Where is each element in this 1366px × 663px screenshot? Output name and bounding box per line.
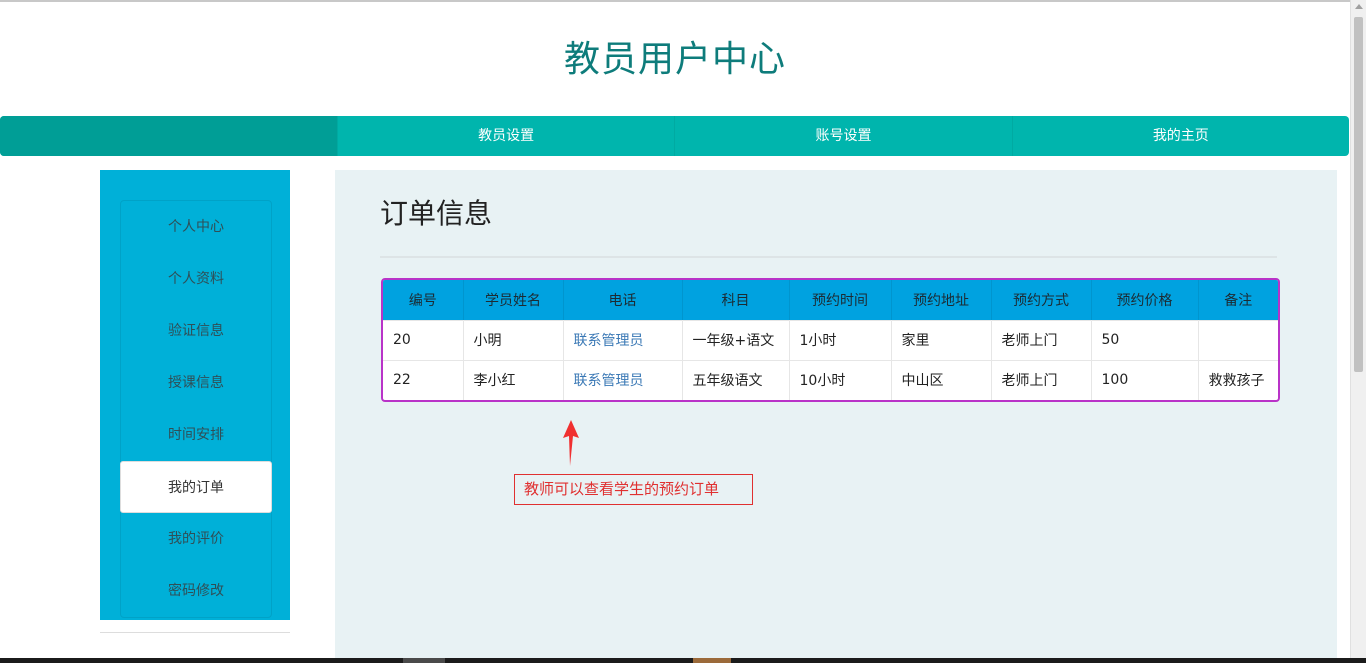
- scroll-up-arrow-icon[interactable]: [1355, 4, 1363, 9]
- note-cell: [1197, 319, 1278, 360]
- student-name-cell: 小明: [462, 319, 563, 360]
- scrollbar-thumb[interactable]: [1354, 17, 1363, 372]
- column-header: 科目: [681, 280, 789, 320]
- column-header: 预约地址: [890, 280, 991, 320]
- column-header: 编号: [408, 292, 437, 309]
- top-navbar: 教员设置 账号设置 我的主页: [0, 116, 1349, 156]
- nav-my-homepage[interactable]: 我的主页: [1011, 116, 1349, 156]
- phone-cell: 联系管理员: [562, 359, 682, 400]
- order-id-cell: 20: [383, 319, 463, 360]
- taskbar-strip: [0, 658, 1366, 663]
- section-title: 订单信息: [380, 197, 493, 230]
- duration-cell: 1小时: [788, 319, 891, 360]
- table-row: 20 小明 联系管理员 一年级+语文 1小时 家里 老师上门 50: [383, 319, 1278, 360]
- price-cell: 50: [1090, 319, 1198, 360]
- orders-table: 编号 学员姓名 电话 科目 预约时间 预约地址 预约方式 预约价格 备注 20 …: [381, 278, 1280, 402]
- sidebar-item-teaching-info[interactable]: 授课信息: [121, 357, 271, 409]
- sidebar-item-verification[interactable]: 验证信息: [121, 305, 271, 357]
- column-header: 备注: [1197, 280, 1278, 320]
- sidebar-menu: 个人中心 个人资料 验证信息 授课信息 时间安排 我的订单 我的评价 密码修改: [120, 200, 272, 618]
- subject-cell: 五年级语文: [681, 359, 789, 400]
- contact-admin-link[interactable]: 联系管理员: [574, 333, 644, 349]
- column-header: 预约方式: [990, 280, 1091, 320]
- annotation-arrow-icon: [563, 420, 579, 466]
- subject-cell: 一年级+语文: [681, 319, 789, 360]
- annotation-note: 教师可以查看学生的预约订单: [514, 474, 753, 505]
- section-divider: [380, 256, 1277, 258]
- sidebar-item-schedule[interactable]: 时间安排: [121, 409, 271, 461]
- sidebar-item-my-orders[interactable]: 我的订单: [120, 461, 272, 513]
- sidebar-item-profile[interactable]: 个人资料: [121, 253, 271, 305]
- note-cell: 救救孩子: [1197, 359, 1278, 400]
- phone-cell: 联系管理员: [562, 319, 682, 360]
- table-row: 22 李小红 联系管理员 五年级语文 10小时 中山区 老师上门 100 救救孩…: [383, 359, 1278, 400]
- table-header-row: 编号 学员姓名 电话 科目 预约时间 预约地址 预约方式 预约价格 备注: [383, 280, 1278, 320]
- sidebar-item-change-password[interactable]: 密码修改: [121, 565, 271, 617]
- navbar-brand-area: [0, 116, 337, 156]
- column-header: 电话: [562, 280, 682, 320]
- student-name-cell: 李小红: [462, 359, 563, 400]
- contact-admin-link[interactable]: 联系管理员: [574, 373, 644, 389]
- vertical-scrollbar[interactable]: [1350, 0, 1366, 663]
- nav-teacher-settings[interactable]: 教员设置: [337, 116, 674, 156]
- address-cell: 中山区: [890, 359, 991, 400]
- nav-account-settings[interactable]: 账号设置: [674, 116, 1011, 156]
- sidebar: 个人中心 个人资料 验证信息 授课信息 时间安排 我的订单 我的评价 密码修改: [100, 170, 290, 620]
- page-title: 教员用户中心: [563, 39, 786, 80]
- sidebar-item-personal-center[interactable]: 个人中心: [121, 201, 271, 253]
- duration-cell: 10小时: [788, 359, 891, 400]
- method-cell: 老师上门: [990, 359, 1091, 400]
- column-header: 预约价格: [1090, 280, 1198, 320]
- sidebar-item-my-reviews[interactable]: 我的评价: [121, 513, 271, 565]
- column-header: 学员姓名: [462, 280, 563, 320]
- method-cell: 老师上门: [990, 319, 1091, 360]
- top-border: [0, 0, 1350, 2]
- sidebar-divider: [100, 632, 290, 633]
- price-cell: 100: [1090, 359, 1198, 400]
- main-content: 订单信息 编号 学员姓名 电话 科目 预约时间 预约地址 预约方式 预约价格 备…: [335, 170, 1337, 663]
- taskbar-app[interactable]: [403, 658, 445, 663]
- column-header: 预约时间: [788, 280, 891, 320]
- order-id-cell: 22: [383, 359, 463, 400]
- taskbar-app[interactable]: [693, 658, 731, 663]
- address-cell: 家里: [890, 319, 991, 360]
